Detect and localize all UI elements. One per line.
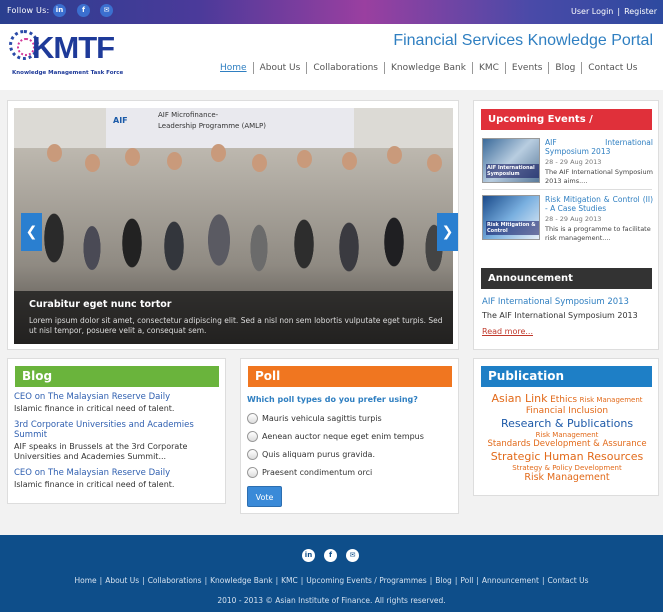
auth-separator: | xyxy=(617,7,621,16)
event-excerpt: This is a programme to facilitate risk m… xyxy=(545,225,651,242)
user-login-link[interactable]: User Login xyxy=(571,7,613,16)
event-title[interactable]: AIF International Symposium 2013 xyxy=(545,138,653,156)
top-bar: Follow Us: in f ✉ User Login | Register xyxy=(0,0,663,24)
event-date: 28 - 29 Aug 2013 xyxy=(545,215,602,223)
footer-link-contact-us[interactable]: Contact Us xyxy=(548,576,589,585)
portal-title: Financial Services Knowledge Portal xyxy=(393,32,653,49)
kmtf-logo[interactable]: KMTF Knowledge Management Task Force xyxy=(9,28,124,80)
nav-blog[interactable]: Blog xyxy=(548,62,581,74)
tag-link[interactable]: Strategy & Policy Development xyxy=(512,464,621,472)
linkedin-icon[interactable]: in xyxy=(53,4,66,17)
follow-us-label: Follow Us: xyxy=(7,6,50,15)
nav-collaborations[interactable]: Collaborations xyxy=(306,62,384,74)
footer-link-poll[interactable]: Poll xyxy=(460,576,473,585)
slide-caption: Curabitur eget nunc tortor Lorem ipsum d… xyxy=(14,291,453,344)
register-link[interactable]: Register xyxy=(624,7,657,16)
nav-home[interactable]: Home xyxy=(214,62,253,74)
tag-link[interactable]: Asian Link xyxy=(491,392,547,405)
publication-header: Publication xyxy=(481,366,652,387)
announcement-link[interactable]: AIF International Symposium 2013 xyxy=(482,297,629,307)
banner-line-1: AIF Microfinance- xyxy=(158,111,219,119)
logo-subtitle: Knowledge Management Task Force xyxy=(12,70,124,76)
blog-post-desc: AIF speaks in Brussels at the 3rd Corpor… xyxy=(14,442,188,461)
footer-link-collaborations[interactable]: Collaborations xyxy=(148,576,202,585)
prev-slide-button[interactable]: ❮ xyxy=(21,213,42,251)
poll-question: Which poll types do you prefer using? xyxy=(247,395,418,404)
next-slide-button[interactable]: ❯ xyxy=(437,213,458,251)
nav-knowledge-bank[interactable]: Knowledge Bank xyxy=(384,62,472,74)
tag-link[interactable]: Risk Management xyxy=(524,472,609,483)
radio-button[interactable] xyxy=(247,431,258,442)
announcement-text: The AIF International Symposium 2013 xyxy=(482,311,638,320)
poll-header: Poll xyxy=(248,366,452,387)
event-thumbnail[interactable]: Risk Mitigation & Control xyxy=(482,195,540,240)
banner-org: AIF xyxy=(113,116,128,125)
tag-link[interactable]: Risk Management xyxy=(536,431,599,439)
tag-cloud: Asian Link Ethics Risk Management Financ… xyxy=(482,392,652,484)
footer-link-events[interactable]: Upcoming Events / Programmes xyxy=(306,576,426,585)
blog-post-title[interactable]: 3rd Corporate Universities and Academies… xyxy=(14,420,214,440)
publication-panel: Publication Asian Link Ethics Risk Manag… xyxy=(473,358,659,496)
footer-links: Home | About Us | Collaborations | Knowledge B… xyxy=(74,576,589,585)
caption-text: Lorem ipsum dolor sit amet, consectetur … xyxy=(29,316,443,335)
read-more-link[interactable]: Read more... xyxy=(482,327,533,336)
tag-link[interactable]: Risk Management xyxy=(580,396,643,404)
tag-link[interactable]: Financial Inclusion xyxy=(526,406,608,416)
site-header: KMTF Knowledge Management Task Force Fin… xyxy=(0,24,663,90)
blog-post-desc: Islamic finance in critical need of tale… xyxy=(14,480,175,489)
divider xyxy=(482,189,652,190)
copyright-text: 2010 - 2013 © Asian Institute of Finance… xyxy=(217,596,446,605)
caption-title: Curabitur eget nunc tortor xyxy=(29,299,172,310)
tag-link[interactable]: Ethics xyxy=(550,395,577,405)
poll-option[interactable]: Praesent condimentum orci xyxy=(247,467,372,478)
footer-link-about-us[interactable]: About Us xyxy=(105,576,139,585)
nav-contact-us[interactable]: Contact Us xyxy=(581,62,643,74)
radio-button[interactable] xyxy=(247,413,258,424)
footer-link-knowledge-bank[interactable]: Knowledge Bank xyxy=(210,576,272,585)
auth-links: User Login | Register xyxy=(571,7,657,16)
radio-button[interactable] xyxy=(247,467,258,478)
radio-button[interactable] xyxy=(247,449,258,460)
facebook-icon[interactable]: f xyxy=(324,549,337,562)
footer-link-home[interactable]: Home xyxy=(75,576,97,585)
event-date: 28 - 29 Aug 2013 xyxy=(545,158,602,166)
email-icon[interactable]: ✉ xyxy=(100,4,113,17)
vote-button[interactable]: Vote xyxy=(247,486,282,507)
logo-text: KMTF xyxy=(32,30,115,65)
linkedin-icon[interactable]: in xyxy=(302,549,315,562)
site-footer: in f ✉ Home | About Us | Collaborations | Knowle… xyxy=(0,535,663,612)
blog-post-desc: Islamic finance in critical need of tale… xyxy=(14,404,175,413)
event-item[interactable]: AIF International Symposium AIF Internat… xyxy=(482,138,654,188)
event-thumbnail[interactable]: AIF International Symposium xyxy=(482,138,540,183)
blog-post-title[interactable]: CEO on The Malaysian Reserve Daily xyxy=(14,392,214,402)
poll-panel: Poll Which poll types do you prefer usin… xyxy=(240,358,459,514)
footer-social: in f ✉ xyxy=(302,549,368,562)
events-header: Upcoming Events / Programmes xyxy=(481,109,652,146)
banner-line-2: Leadership Programme (AMLP) xyxy=(158,122,266,130)
event-item[interactable]: Risk Mitigation & Control Risk Mitigatio… xyxy=(482,195,654,245)
hero-slider: AIF AIF Microfinance- Leadership Program… xyxy=(7,100,459,350)
facebook-icon[interactable]: f xyxy=(77,4,90,17)
footer-link-blog[interactable]: Blog xyxy=(435,576,452,585)
blog-post-title[interactable]: CEO on The Malaysian Reserve Daily xyxy=(14,468,214,478)
event-title[interactable]: Risk Mitigation & Control (II) - A Case … xyxy=(545,195,653,213)
tag-link[interactable]: Standards Development & Assurance xyxy=(487,439,646,449)
tag-link[interactable]: Strategic Human Resources xyxy=(491,450,644,463)
event-excerpt: The AIF International Symposium 2013 aim… xyxy=(545,168,653,185)
nav-kmc[interactable]: KMC xyxy=(471,62,505,74)
email-icon[interactable]: ✉ xyxy=(346,549,359,562)
poll-option[interactable]: Quis aliquam purus gravida. xyxy=(247,449,375,460)
blog-header: Blog xyxy=(15,366,219,387)
blog-panel: Blog CEO on The Malaysian Reserve Daily … xyxy=(7,358,226,504)
main-nav: Home About Us Collaborations Knowledge Bank… xyxy=(214,62,654,74)
announcement-header: Announcement xyxy=(481,268,652,289)
poll-option[interactable]: Mauris vehicula sagittis turpis xyxy=(247,413,382,424)
nav-events[interactable]: Events xyxy=(504,62,548,74)
footer-link-kmc[interactable]: KMC xyxy=(281,576,298,585)
nav-about-us[interactable]: About Us xyxy=(252,62,307,74)
poll-option[interactable]: Aenean auctor neque eget enim tempus xyxy=(247,431,424,442)
tag-link[interactable]: Research & Publications xyxy=(501,417,633,430)
footer-link-announcement[interactable]: Announcement xyxy=(482,576,539,585)
events-panel: Upcoming Events / Programmes AIF Interna… xyxy=(473,100,659,350)
